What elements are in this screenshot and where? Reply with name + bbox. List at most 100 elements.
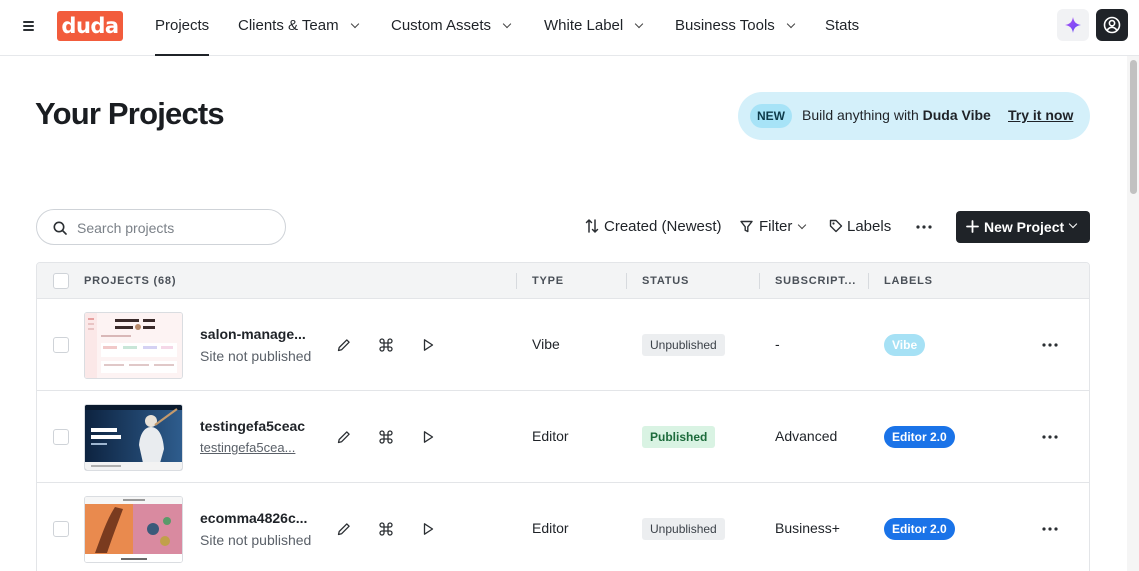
account-icon [1103, 16, 1121, 34]
row-more-icon[interactable] [1040, 521, 1060, 537]
project-subtitle: Site not published [200, 532, 312, 548]
project-type: Editor [532, 520, 569, 536]
edit-pencil-icon[interactable] [336, 429, 352, 445]
table-row[interactable]: testingefa5ceac testingefa5cea... Editor… [37, 391, 1089, 483]
chevron-down-icon [786, 19, 796, 29]
nav-custom-assets[interactable]: Custom Assets [391, 0, 512, 56]
project-name[interactable]: ecomma4826c... [200, 510, 307, 526]
site-preview-image [85, 405, 182, 470]
duda-vibe-banner: NEW Build anything with Duda Vibe Try it… [738, 92, 1090, 140]
preview-play-icon[interactable] [420, 521, 436, 537]
chevron-down-icon [798, 220, 807, 230]
project-type: Vibe [532, 336, 560, 352]
site-preview-image [85, 497, 182, 562]
nav-business-tools[interactable]: Business Tools [675, 0, 796, 56]
nav-clients-team[interactable]: Clients & Team [238, 0, 359, 56]
preview-play-icon[interactable] [420, 429, 436, 445]
new-project-button[interactable]: New Project [956, 211, 1090, 243]
command-icon[interactable] [378, 337, 394, 353]
row-more-icon[interactable] [1040, 429, 1060, 445]
label-badge[interactable]: Editor 2.0 [884, 426, 955, 448]
more-options-button[interactable] [914, 217, 934, 237]
row-more-icon[interactable] [1040, 337, 1060, 353]
project-type: Editor [532, 428, 569, 444]
account-button[interactable] [1096, 9, 1128, 41]
column-divider[interactable] [868, 273, 869, 289]
subscription-value: Advanced [775, 428, 838, 444]
command-icon[interactable] [378, 429, 394, 445]
table-row[interactable]: ecomma4826c... Site not published Editor… [37, 483, 1089, 571]
project-name[interactable]: salon-manage... [200, 326, 306, 342]
command-icon[interactable] [378, 521, 394, 537]
chevron-down-icon [502, 19, 512, 29]
filter-button[interactable]: Filter [740, 217, 807, 237]
sort-button[interactable]: Created (Newest) [585, 217, 722, 237]
preview-play-icon[interactable] [420, 337, 436, 353]
duda-logo[interactable]: duda [57, 11, 123, 41]
project-thumbnail[interactable] [84, 312, 183, 379]
project-thumbnail[interactable] [84, 404, 183, 471]
new-badge: NEW [750, 104, 792, 128]
label-badge[interactable]: Editor 2.0 [884, 518, 955, 540]
banner-text-bold: Duda Vibe [922, 107, 991, 123]
projects-table: PROJECTS (68) TYPE STATUS SUBSCRIPT... L… [36, 262, 1090, 571]
plus-icon [966, 220, 979, 233]
try-it-now-link[interactable]: Try it now [1008, 107, 1073, 123]
edit-pencil-icon[interactable] [336, 337, 352, 353]
subscription-value: Business+ [775, 520, 840, 536]
sparkle-icon [1065, 17, 1081, 33]
nav-clients-team-label: Clients & Team [238, 17, 339, 34]
table-header: PROJECTS (68) TYPE STATUS SUBSCRIPT... L… [37, 263, 1089, 299]
status-badge: Unpublished [642, 334, 725, 356]
top-navigation-bar: duda Projects Clients & Team Custom Asse… [0, 0, 1139, 56]
sort-icon [585, 219, 599, 233]
column-header-type[interactable]: TYPE [532, 263, 564, 299]
search-box [36, 209, 286, 245]
nav-projects[interactable]: Projects [155, 0, 210, 56]
row-checkbox[interactable] [53, 429, 69, 445]
status-badge: Unpublished [642, 518, 725, 540]
scrollbar-thumb[interactable] [1130, 60, 1137, 194]
column-divider[interactable] [516, 273, 517, 289]
labels-button[interactable]: Labels [829, 217, 891, 237]
search-input[interactable] [77, 218, 277, 238]
more-horizontal-icon [916, 225, 932, 229]
row-checkbox[interactable] [53, 521, 69, 537]
filter-label: Filter [759, 218, 793, 235]
column-divider[interactable] [626, 273, 627, 289]
select-all-checkbox[interactable] [53, 273, 69, 289]
project-thumbnail[interactable] [84, 496, 183, 563]
nav-white-label-label: White Label [544, 17, 624, 34]
column-header-subscription[interactable]: SUBSCRIPT... [775, 263, 856, 299]
nav-custom-assets-label: Custom Assets [391, 17, 492, 34]
chevron-down-icon [1068, 219, 1078, 229]
site-preview-image [85, 313, 182, 378]
table-row[interactable]: salon-manage... Site not published Vibe … [37, 299, 1089, 391]
nav-stats[interactable]: Stats [825, 0, 859, 56]
page-title: Your Projects [35, 96, 225, 131]
new-project-label: New Project [984, 219, 1065, 235]
tag-icon [829, 219, 843, 233]
banner-text: Build anything with Duda Vibe [802, 107, 991, 123]
menu-icon[interactable] [21, 18, 37, 34]
sort-label: Created (Newest) [604, 218, 722, 235]
row-checkbox[interactable] [53, 337, 69, 353]
column-header-projects[interactable]: PROJECTS (68) [84, 263, 176, 299]
nav-stats-label: Stats [825, 17, 860, 34]
project-site-link[interactable]: testingefa5cea... [200, 440, 295, 455]
column-header-labels[interactable]: LABELS [884, 263, 933, 299]
edit-pencil-icon[interactable] [336, 521, 352, 537]
chevron-down-icon [350, 19, 359, 29]
column-divider[interactable] [759, 273, 760, 289]
subscription-value: - [775, 336, 780, 352]
banner-text-prefix: Build anything with [802, 107, 923, 123]
search-icon [53, 221, 67, 235]
ai-assistant-button[interactable] [1057, 9, 1089, 41]
nav-white-label[interactable]: White Label [544, 0, 644, 56]
nav-business-tools-label: Business Tools [675, 17, 775, 34]
label-badge[interactable]: Vibe [884, 334, 926, 356]
project-name[interactable]: testingefa5ceac [200, 418, 305, 434]
nav-projects-label: Projects [155, 17, 210, 34]
filter-icon [740, 220, 753, 233]
column-header-status[interactable]: STATUS [642, 263, 689, 299]
